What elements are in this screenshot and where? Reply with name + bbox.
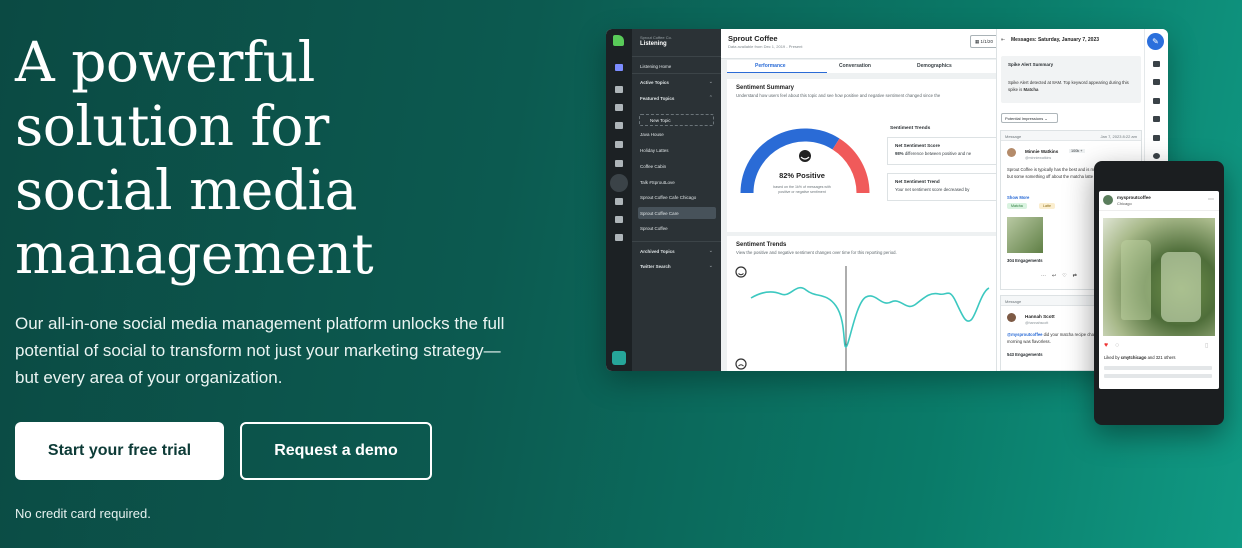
heart-icon: ♥	[1104, 342, 1109, 349]
sentiment-trends-heading: Sentiment Trends	[890, 126, 931, 131]
inbox-icon	[615, 64, 623, 71]
net-sentiment-score-box: Net Sentiment Score 98% difference betwe…	[887, 137, 996, 165]
tab-performance: Performance	[755, 63, 786, 69]
sprout-logo-icon	[613, 35, 624, 46]
listening-sidebar: Sprout Coffee Co. Listening Listening Ho…	[632, 29, 721, 371]
listening-main: Sprout Coffee Data available from Dec 1,…	[721, 29, 1002, 371]
user-avatar	[612, 351, 626, 365]
comment-icon: ○	[1115, 342, 1120, 349]
gauge-note: based on the 1k% of messages with positi…	[773, 185, 831, 194]
sidebar-item-cafe-chicago: Sprout Coffee Cafe Chicago	[640, 195, 697, 200]
send-icon	[615, 160, 623, 167]
add-icon	[1153, 116, 1160, 122]
tab-demographics: Demographics	[917, 63, 952, 69]
sidebar-item-archived-topics: Archived Topics	[640, 249, 675, 254]
sentiment-trend-chart	[735, 266, 990, 371]
spike-alert-card: Spike Alert Summary Spike Alert detected…	[1001, 56, 1141, 103]
gauge-value: 82% Positive	[779, 171, 825, 180]
hero-subtitle: Our all-in-one social media management p…	[15, 314, 505, 387]
sidebar-org: Sprout Coffee Co.	[640, 35, 672, 40]
sidebar-item-java-house: Java House	[640, 132, 664, 137]
report-tabs: Performance Conversation Demographics	[727, 60, 996, 73]
collapse-icon: ⇤	[1001, 37, 1006, 43]
compose-icon: ✎	[1147, 33, 1164, 50]
more-icon: ⋯	[1208, 197, 1214, 203]
start-free-trial-button[interactable]: Start your free trial	[15, 422, 224, 480]
sidebar-item-coffee-care: Sprout Coffee Care	[640, 211, 679, 216]
sidebar-item-featured-topics: Featured Topics	[640, 96, 675, 101]
new-topic-button: New Topic	[639, 114, 714, 126]
sentiment-trends-card: Sentiment Trends View the positive and n…	[727, 236, 996, 371]
sidebar-title: Listening	[640, 41, 667, 47]
request-demo-button[interactable]: Request a demo	[240, 422, 432, 480]
avatar	[1103, 195, 1113, 205]
no-credit-card-note: No credit card required.	[15, 506, 151, 521]
liked-by: Liked by cmytchicago and 321 others	[1104, 355, 1176, 360]
messages-header: Messages: Saturday, January 7, 2023	[1011, 37, 1100, 43]
app-screenshot: Sprout Coffee Co. Listening Listening Ho…	[606, 29, 1168, 371]
chevron-up-icon: ⌃	[708, 95, 713, 101]
sidebar-item-listening-home: Listening Home	[640, 64, 672, 69]
avatar	[1007, 313, 1016, 322]
sidebar-item-twitter-search: Twitter Search	[640, 264, 671, 269]
net-sentiment-trend-box: Net Sentiment Trend Your net sentiment s…	[887, 173, 996, 201]
hero-title: A powerful solution for social media man…	[15, 30, 374, 286]
post-image	[1007, 217, 1043, 253]
sidebar-item-sprout-coffee: Sprout Coffee	[640, 226, 668, 231]
phone-mockup: mysproutcoffee Chicago ⋯ ♥ ○ ▯ Liked by …	[1094, 161, 1224, 425]
alert-icon	[1153, 61, 1160, 67]
post-image	[1103, 218, 1215, 336]
tasks-icon	[615, 86, 623, 93]
sentiment-summary-card: Sentiment Summary Understand how users f…	[727, 79, 996, 232]
avatar	[1007, 148, 1016, 157]
pin-icon	[615, 122, 623, 129]
camera-icon	[615, 216, 623, 223]
sidebar-item-holiday-lattes: Holiday Lattes	[640, 148, 669, 153]
briefcase-icon	[615, 104, 623, 111]
help-icon	[1153, 153, 1160, 159]
icon-rail	[606, 29, 632, 371]
grid-icon	[615, 141, 623, 148]
keyboard-icon	[1153, 135, 1160, 141]
bookmark-icon: ▯	[1205, 343, 1209, 349]
listening-icon	[610, 174, 628, 192]
data-availability: Data available from Dec 1, 2019 - Presen…	[728, 44, 803, 49]
tab-conversation: Conversation	[839, 63, 871, 69]
impressions-filter: Potential Impressions ⌄	[1001, 113, 1058, 123]
topic-title: Sprout Coffee	[728, 34, 778, 43]
comment-icon	[1153, 79, 1160, 85]
link-icon	[1153, 98, 1160, 104]
post-actions-icons: ⋯↩♡⇄	[1041, 273, 1083, 279]
sidebar-item-coffee-cabin: Coffee Cabin	[640, 164, 667, 169]
chevron-down-icon: ⌄	[708, 79, 713, 85]
star-icon	[615, 234, 623, 241]
sidebar-item-talk-sproutlove: Talk #SproutLove	[640, 180, 675, 185]
analytics-icon	[615, 198, 623, 205]
sidebar-item-active-topics: Active Topics	[640, 80, 669, 85]
instagram-post: mysproutcoffee Chicago ⋯ ♥ ○ ▯ Liked by …	[1099, 191, 1219, 389]
